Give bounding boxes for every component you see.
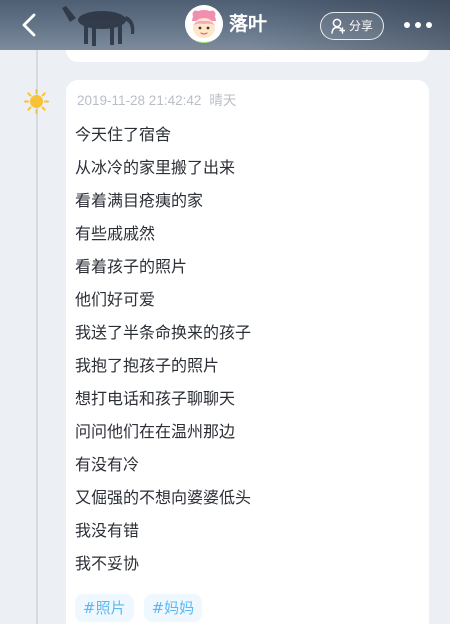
tag-photo[interactable]: #照片 bbox=[75, 594, 134, 622]
user-nickname: 落叶 bbox=[229, 14, 268, 35]
previous-entry-card bbox=[66, 50, 429, 62]
entry-line: 我送了半条命换来的孩子 bbox=[75, 323, 252, 342]
entry-line: 今天住了宿舍 bbox=[75, 125, 172, 144]
back-arrow-icon bbox=[22, 13, 36, 37]
entry-line: 我没有错 bbox=[75, 521, 140, 540]
avatar[interactable] bbox=[185, 5, 223, 43]
entry-line: 又倔强的不想向婆婆低头 bbox=[75, 488, 252, 507]
entry-line: 有没有冷 bbox=[75, 455, 140, 474]
entry-line: 从冰冷的家里搬了出来 bbox=[75, 158, 236, 177]
entry-line: 看着满目疮痍的家 bbox=[75, 191, 204, 210]
entry-line: 我不妥协 bbox=[75, 554, 140, 573]
horse-silhouette-image bbox=[62, 6, 135, 46]
header-bar: 落叶 分享 bbox=[0, 0, 450, 50]
entry-content: 今天住了宿舍 从冰冷的家里搬了出来 看着满目疮痍的家 有些戚戚然 看着孩子的照片… bbox=[75, 118, 415, 580]
tag-mom[interactable]: #妈妈 bbox=[143, 594, 203, 622]
entry-line: 看着孩子的照片 bbox=[75, 257, 188, 276]
entry-datetime: 2019-11-28 21:42:42 bbox=[77, 93, 202, 108]
share-label: 分享 bbox=[348, 19, 373, 33]
share-button[interactable]: 分享 bbox=[320, 12, 384, 40]
entry-weather: 晴天 bbox=[209, 93, 237, 108]
entry-meta: 2019-11-28 21:42:42 晴天 bbox=[77, 93, 236, 109]
entry-line: 他们好可爱 bbox=[75, 290, 156, 309]
entry-line: 我抱了抱孩子的照片 bbox=[75, 356, 220, 375]
more-dots-icon bbox=[404, 22, 432, 28]
entry-line: 有些戚戚然 bbox=[75, 224, 156, 243]
entry-line: 问问他们在在温州那边 bbox=[75, 422, 236, 441]
back-button[interactable] bbox=[14, 9, 44, 41]
timeline-line bbox=[36, 50, 38, 624]
more-button[interactable] bbox=[398, 14, 438, 36]
tag-list: #照片 #妈妈 bbox=[75, 594, 203, 622]
share-user-icon bbox=[331, 18, 345, 34]
pink-character-avatar-icon bbox=[185, 5, 223, 43]
sun-icon bbox=[24, 89, 49, 114]
diary-entry-card[interactable]: 2019-11-28 21:42:42 晴天 今天住了宿舍 从冰冷的家里搬了出来 … bbox=[66, 80, 429, 624]
entry-line: 想打电话和孩子聊聊天 bbox=[75, 389, 236, 408]
